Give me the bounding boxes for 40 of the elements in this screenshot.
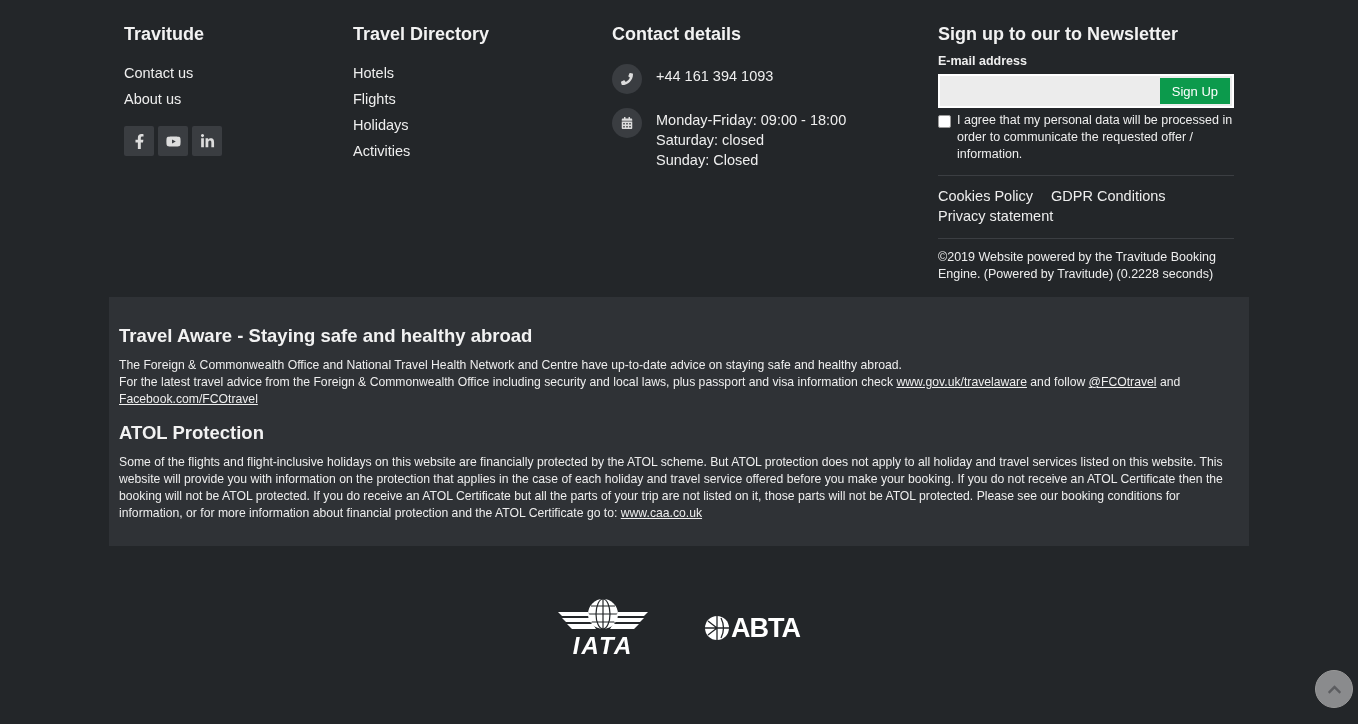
footer-link[interactable]: About us: [124, 86, 182, 112]
column-heading: Travitude: [124, 23, 206, 46]
notice-paragraph: Some of the flights and flight-inclusive holidays on this website are financially protected by the ATOL scheme. But ATOL protection does not apply to all holiday and travel services listed on this website. This website will provide you with information on the protection that applies in the case of each holiday and travel service offered before you make your booking. If you do not receive an ATOL Certificate then the booking will not be ATOL protected. If you do receive an ATOL Certificate but all the parts of your trip are not listed on it, those parts will not be ATOL protected. Please see our booking conditions for information, or for more information about financial protection and the ATOL Certificate go to: www.caa.co.uk: [119, 454, 1224, 522]
calendar-icon: [612, 108, 642, 138]
notice-link[interactable]: www.gov.uk/travelaware: [896, 375, 1027, 389]
footer-link[interactable]: Contact us: [124, 60, 194, 86]
iata-logo: IATA: [558, 598, 648, 658]
notice-heading: ATOL Protection: [119, 422, 265, 444]
notice-link[interactable]: @FCOtravel: [1088, 375, 1157, 389]
footer-link[interactable]: Holidays: [353, 112, 409, 138]
email-input[interactable]: Sign Up: [938, 74, 1234, 108]
footer-link[interactable]: Activities: [353, 138, 411, 164]
policy-link[interactable]: GDPR Conditions: [1051, 186, 1166, 206]
linkedin-icon[interactable]: [192, 126, 222, 156]
contact-text: Monday-Friday: 09:00 - 18:00: [656, 111, 847, 130]
footer-link[interactable]: Flights: [353, 86, 396, 112]
policy-link[interactable]: Cookies Policy: [938, 186, 1034, 206]
contact-text: +44 161 394 1093: [656, 67, 774, 86]
sign-up-button[interactable]: Sign Up: [1159, 78, 1230, 104]
column-heading: Contact details: [612, 23, 743, 46]
policy-link[interactable]: Privacy statement: [938, 206, 1054, 226]
youtube-icon[interactable]: [158, 126, 188, 156]
contact-text: Saturday: closed: [656, 131, 765, 150]
footer-link[interactable]: Hotels: [353, 60, 395, 86]
notice-paragraph: For the latest travel advice from the Foreign & Commonwealth Office including security and local laws, plus passport and visa information check www.gov.uk/travelaware and follow @FCOtravel and Facebook.com/FCOtravel: [119, 374, 1182, 408]
phone-icon: [612, 64, 642, 94]
notice-link[interactable]: www.caa.co.uk: [620, 506, 703, 520]
facebook-icon[interactable]: [124, 126, 154, 156]
notice-heading: Travel Aware - Staying safe and healthy abroad: [119, 325, 534, 347]
consent-checkbox[interactable]: [938, 115, 951, 128]
abta-logo: ABTA: [704, 614, 800, 642]
consent-text: I agree that my personal data will be processed in order to communicate the requested offer / information.: [957, 112, 1234, 163]
scroll-top-button[interactable]: [1315, 670, 1353, 708]
notice-link[interactable]: Facebook.com/FCOtravel: [119, 392, 258, 406]
column-heading: Sign up to our to Newsletter: [938, 23, 1179, 46]
notice-paragraph: The Foreign & Commonwealth Office and National Travel Health Network and Centre have up-to-date advice on staying safe and healthy abroad.: [119, 357, 903, 374]
field-label: E-mail address: [938, 54, 1028, 68]
contact-text: Sunday: Closed: [656, 151, 760, 170]
copyright-text: ©2019 Website powered by the Travitude Booking Engine. (Powered by Travitude) (0.2228 seconds): [938, 249, 1217, 283]
column-heading: Travel Directory: [353, 23, 491, 46]
